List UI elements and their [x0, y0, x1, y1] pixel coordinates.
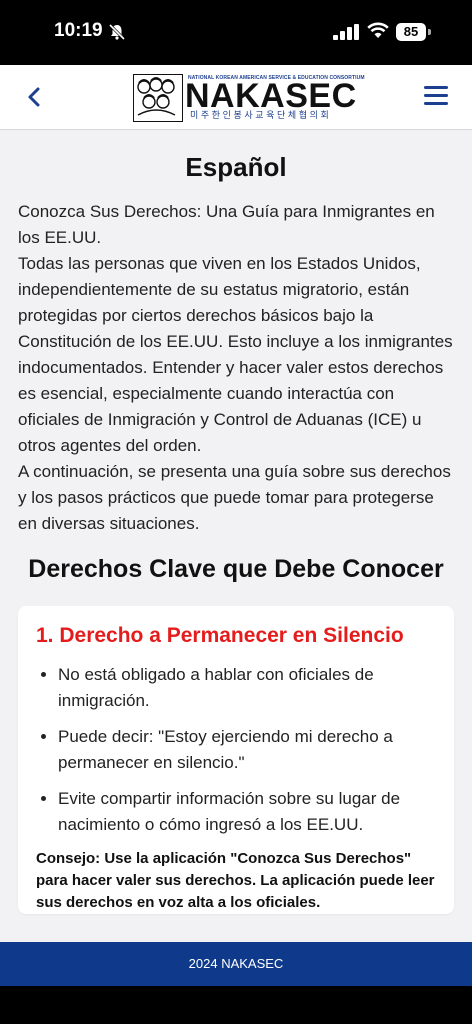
intro-paragraph: Todas las personas que viven en los Esta…	[18, 254, 453, 455]
signal-icon	[333, 24, 359, 40]
intro-paragraph: Conozca Sus Derechos: Una Guía para Inmi…	[18, 202, 435, 247]
intro-text: Conozca Sus Derechos: Una Guía para Inmi…	[18, 199, 454, 537]
card-title: 1. Derecho a Permanecer en Silencio	[36, 624, 404, 647]
logo-faces-icon	[137, 77, 176, 116]
logo-emblem[interactable]	[133, 74, 183, 122]
status-time: 10:19	[54, 20, 103, 41]
home-indicator-bar	[0, 986, 472, 1024]
list-item: Evite compartir información sobre su lug…	[58, 786, 436, 838]
bell-off-icon	[108, 23, 126, 41]
section-heading: Derechos Clave que Debe Conocer	[28, 555, 444, 583]
list-item: No está obligado a hablar con oficiales …	[58, 662, 436, 714]
rights-card: 1. Derecho a Permanecer en Silencio No e…	[18, 606, 454, 914]
site-header: NATIONAL KOREAN AMERICAN SERVICE & EDUCA…	[0, 65, 472, 130]
hamburger-menu-icon[interactable]	[424, 86, 448, 108]
battery-cap	[428, 29, 431, 35]
battery-level: 85	[396, 23, 426, 41]
back-chevron-icon[interactable]	[22, 83, 48, 111]
tip-text: Consejo: Use la aplicación "Conozca Sus …	[36, 850, 435, 911]
logo-korean-subtitle: 미주한인봉사교육단체협의회	[190, 110, 332, 120]
page-title: Español	[185, 152, 287, 182]
main-content: Español Conozca Sus Derechos: Una Guía p…	[0, 130, 472, 942]
status-bar: 10:19 85	[0, 0, 472, 65]
list-item: Puede decir: "Estoy ejerciendo mi derech…	[58, 724, 436, 776]
intro-paragraph: A continuación, se presenta una guía sob…	[18, 462, 451, 533]
footer: 2024 NAKASEC	[0, 942, 472, 986]
wifi-icon	[367, 22, 389, 38]
rights-list: No está obligado a hablar con oficiales …	[36, 662, 436, 838]
